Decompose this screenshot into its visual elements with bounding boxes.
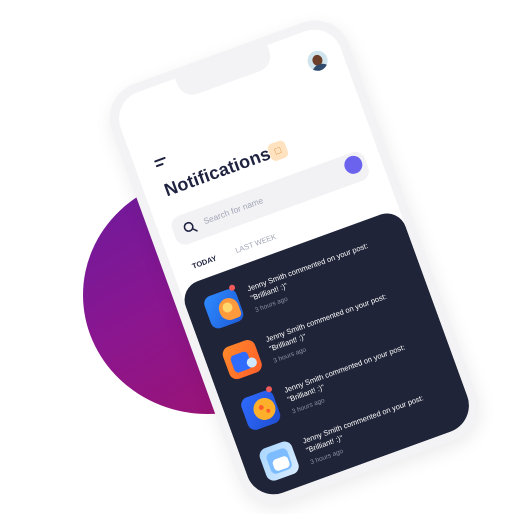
search-icon <box>183 221 198 232</box>
notification-app-icon <box>220 337 265 382</box>
search-placeholder: Search for name <box>201 195 265 227</box>
avatar[interactable] <box>304 47 331 74</box>
notifications-panel: Jenny Smith commented on your post: "Bri… <box>178 207 477 503</box>
phone-screen: Notifications □ Search for name TODAY LA… <box>111 21 477 503</box>
notification-app-icon <box>257 439 301 483</box>
hamburger-menu-icon[interactable] <box>153 156 168 169</box>
notification-app-icon <box>238 388 283 433</box>
notification-app-icon <box>201 287 246 331</box>
tab-today[interactable]: TODAY <box>191 254 218 271</box>
phone-notch <box>175 45 275 100</box>
tab-last-week[interactable]: LAST WEEK <box>234 232 277 255</box>
notification-message: Jenny Smith commented on your post: "Bri… <box>245 241 370 303</box>
